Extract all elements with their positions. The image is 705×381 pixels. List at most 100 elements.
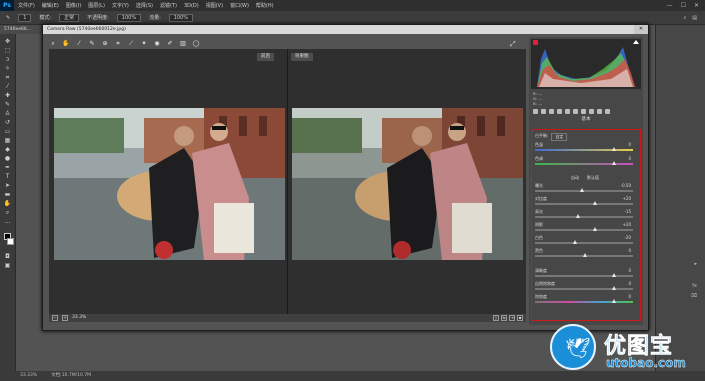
shape-tool-icon[interactable]: ▬ xyxy=(3,191,12,198)
type-tool-icon[interactable]: T xyxy=(3,173,12,180)
view-mode-icon[interactable]: ▯ xyxy=(493,315,499,321)
crop-icon[interactable]: ⌗ xyxy=(114,40,122,48)
slider-track[interactable] xyxy=(535,242,633,244)
document-tab[interactable]: 5740ee66... xyxy=(0,25,48,34)
tone-curve-tab-icon[interactable] xyxy=(541,109,546,114)
white-balance-icon[interactable]: ⁄ xyxy=(75,40,83,48)
menu-filter[interactable]: 滤镜(T) xyxy=(160,2,177,9)
slider-track[interactable] xyxy=(535,288,633,290)
gradient-tool-icon[interactable]: ▦ xyxy=(3,137,12,144)
menu-3d[interactable]: 3D(D) xyxy=(184,3,199,9)
eraser-tool-icon[interactable]: ▭ xyxy=(3,128,12,135)
graduated-filter-icon[interactable]: ▥ xyxy=(179,40,187,48)
menu-image[interactable]: 图像(I) xyxy=(66,2,81,9)
after-label[interactable]: 效果图 xyxy=(291,53,313,61)
brush-icon[interactable]: ✎ xyxy=(6,15,10,21)
healing-tool-icon[interactable]: ✚ xyxy=(3,92,12,99)
minimize-button[interactable]: — xyxy=(667,2,673,9)
background-color-swatch[interactable] xyxy=(6,238,14,245)
preview-toggle-icon[interactable]: ▪ xyxy=(517,315,523,321)
menu-layer[interactable]: 图层(L) xyxy=(88,2,105,9)
slider-thumb[interactable] xyxy=(576,214,580,218)
slider-clarity[interactable]: 清晰度 0 xyxy=(535,268,637,280)
copy-settings-icon[interactable]: ⇥ xyxy=(509,315,515,321)
slider-thumb[interactable] xyxy=(612,299,616,303)
history-brush-icon[interactable]: ↺ xyxy=(3,119,12,126)
slider-thumb[interactable] xyxy=(593,227,597,231)
slider-value[interactable]: +20 xyxy=(623,222,631,227)
effects-tab-icon[interactable] xyxy=(581,109,586,114)
slider-value[interactable]: 0 xyxy=(628,142,631,147)
slider-track[interactable] xyxy=(535,149,633,151)
lens-tab-icon[interactable] xyxy=(573,109,578,114)
slider-value[interactable]: -15 xyxy=(624,209,631,214)
zoom-in-button[interactable]: + xyxy=(62,315,68,321)
mode-select[interactable]: 正常 xyxy=(59,13,80,22)
blur-tool-icon[interactable]: ◆ xyxy=(3,146,12,153)
dodge-tool-icon[interactable]: ● xyxy=(3,155,12,162)
radial-filter-icon[interactable]: ◯ xyxy=(192,40,200,48)
slider-exposure[interactable]: 曝光 -0.50 xyxy=(535,183,637,195)
color-sampler-icon[interactable]: ✎ xyxy=(88,40,96,48)
menu-type[interactable]: 文字(Y) xyxy=(112,2,129,9)
slider-value[interactable]: -0.50 xyxy=(621,183,631,188)
basic-tab-icon[interactable] xyxy=(533,109,538,114)
hand-icon[interactable]: ✋ xyxy=(62,40,70,48)
adjustment-brush-icon[interactable]: ✐ xyxy=(166,40,174,48)
slider-thumb[interactable] xyxy=(573,240,577,244)
slider-value[interactable]: 0 xyxy=(628,294,631,299)
preview-zoom-level[interactable]: 33.3% xyxy=(72,314,86,322)
slider-track[interactable] xyxy=(535,190,633,192)
slider-track[interactable] xyxy=(535,203,633,205)
slider-value[interactable]: 0 xyxy=(628,156,631,161)
detail-tab-icon[interactable] xyxy=(549,109,554,114)
slider-thumb[interactable] xyxy=(583,253,587,257)
slider-thumb[interactable] xyxy=(612,286,616,290)
brush-tool-icon[interactable]: ✎ xyxy=(3,101,12,108)
slider-shadows[interactable]: 阴影 +20 xyxy=(535,222,637,234)
layer-trash-icon[interactable]: ⌧ xyxy=(691,293,697,299)
slider-thumb[interactable] xyxy=(593,201,597,205)
slider-value[interactable]: +20 xyxy=(623,196,631,201)
slider-temperature[interactable]: 色温 0 xyxy=(535,142,637,154)
zoom-out-button[interactable]: − xyxy=(52,315,58,321)
lasso-tool-icon[interactable]: ↄ xyxy=(3,56,12,63)
slider-thumb[interactable] xyxy=(612,147,616,151)
more-tools-icon[interactable]: … xyxy=(3,218,12,225)
close-button[interactable]: ✕ xyxy=(694,2,699,9)
search-icon[interactable]: ⌕ xyxy=(683,15,686,21)
white-balance-select[interactable]: 自定 xyxy=(551,133,568,141)
slider-vibrance[interactable]: 自然饱和度 0 xyxy=(535,281,637,293)
spot-removal-icon[interactable]: ✦ xyxy=(140,40,148,48)
maximize-button[interactable]: ☐ xyxy=(681,2,686,9)
flow-field[interactable]: 100% xyxy=(168,13,194,22)
workspace-icon[interactable]: ▤ xyxy=(692,15,697,21)
opacity-field[interactable]: 100% xyxy=(116,13,142,22)
pen-tool-icon[interactable]: ✒ xyxy=(3,164,12,171)
quick-select-tool-icon[interactable]: ✧ xyxy=(3,65,12,72)
split-toning-tab-icon[interactable] xyxy=(565,109,570,114)
layer-fx-icon[interactable]: fx xyxy=(692,283,697,289)
slider-track[interactable] xyxy=(535,301,633,303)
slider-thumb[interactable] xyxy=(580,188,584,192)
slider-thumb[interactable] xyxy=(612,161,616,165)
eyedropper-tool-icon[interactable]: ⁄ xyxy=(3,83,12,90)
slider-value[interactable]: -20 xyxy=(624,235,631,240)
marquee-tool-icon[interactable]: ⬚ xyxy=(3,47,12,54)
fullscreen-icon[interactable]: ⤢ xyxy=(510,40,516,49)
zoom-icon[interactable]: ⌕ xyxy=(49,40,57,48)
zoom-tool-icon[interactable]: ⌕ xyxy=(3,209,12,216)
presets-tab-icon[interactable] xyxy=(597,109,602,114)
quick-mask-icon[interactable]: ◘ xyxy=(3,253,12,260)
snapshots-tab-icon[interactable] xyxy=(605,109,610,114)
slider-track[interactable] xyxy=(535,229,633,231)
crop-tool-icon[interactable]: ⌗ xyxy=(3,74,12,81)
slider-highlights[interactable]: 高光 -15 xyxy=(535,209,637,221)
menu-help[interactable]: 帮助(H) xyxy=(256,2,274,9)
menu-view[interactable]: 视图(V) xyxy=(206,2,223,9)
stamp-tool-icon[interactable]: ♙ xyxy=(3,110,12,117)
auto-button[interactable]: 自动 xyxy=(571,175,579,181)
screen-mode-icon[interactable]: ▣ xyxy=(3,262,12,269)
slider-value[interactable]: 0 xyxy=(628,281,631,286)
slider-whites[interactable]: 白色 -20 xyxy=(535,235,637,247)
